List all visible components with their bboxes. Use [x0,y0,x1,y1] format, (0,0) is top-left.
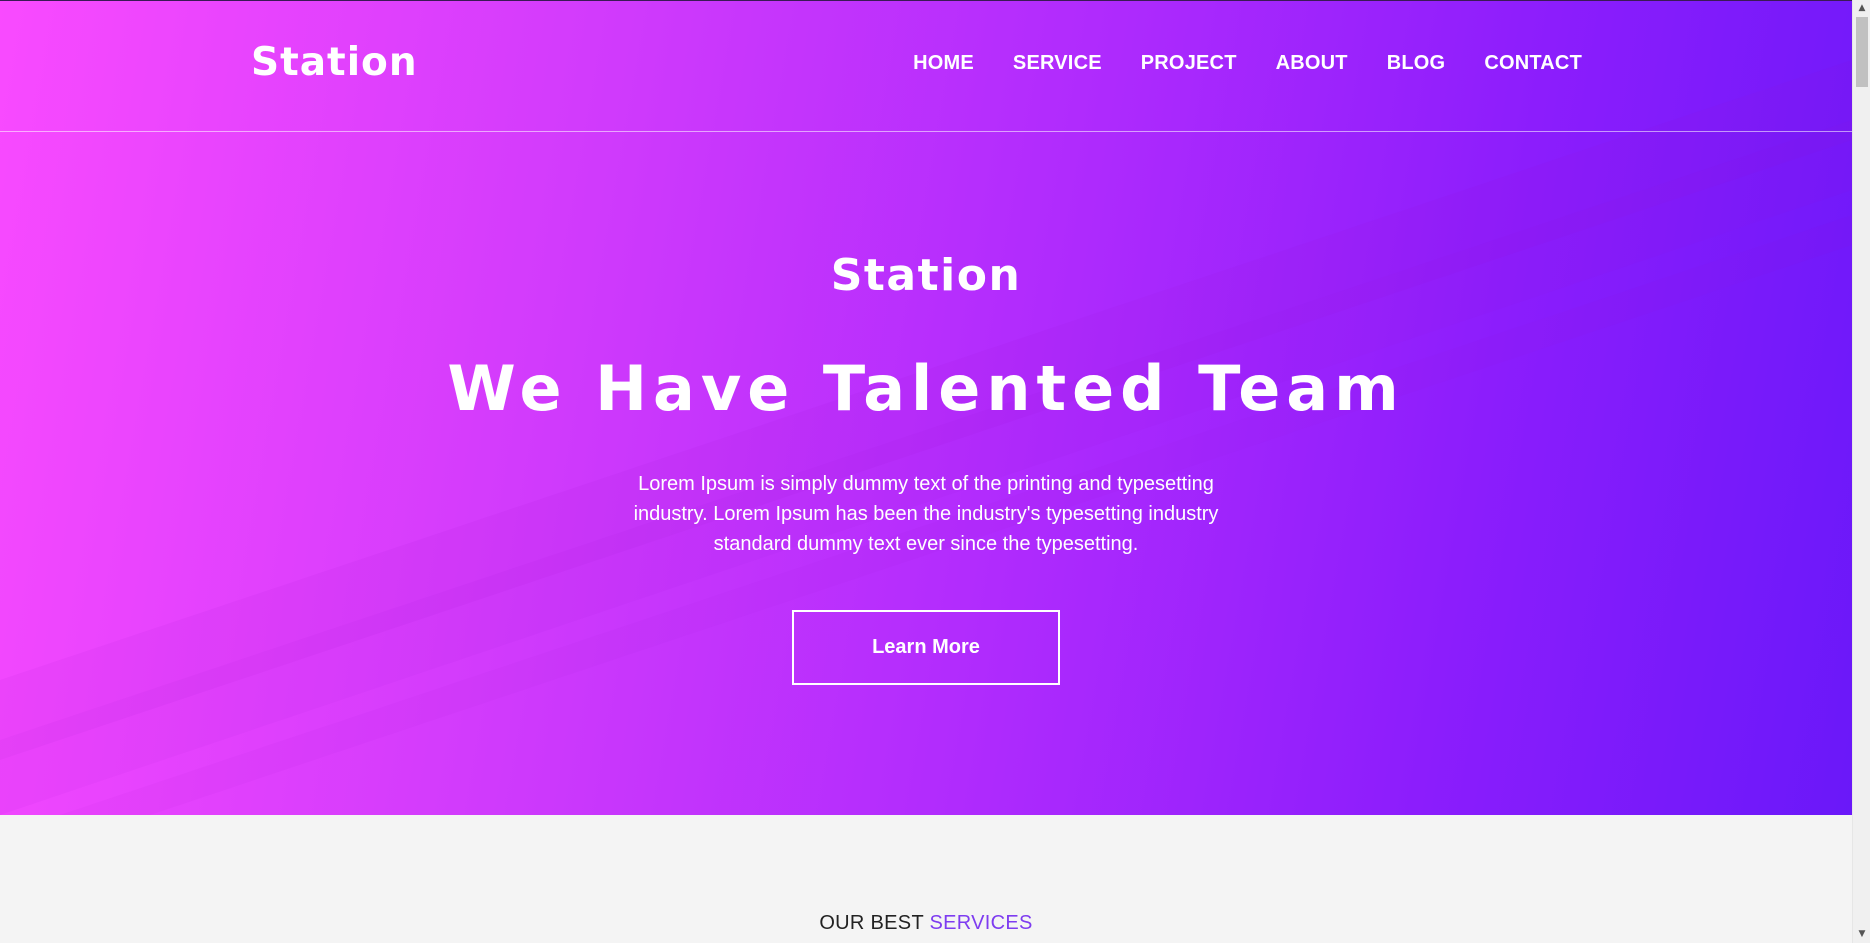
navbar: Station HOME SERVICE PROJECT ABOUT BLOG … [0,0,1852,132]
hero-description: Lorem Ipsum is simply dummy text of the … [633,473,1219,555]
nav-blog-link[interactable]: BLOG [1387,52,1446,75]
services-heading: OUR BEST SERVICES [0,912,1852,935]
learn-more-button[interactable]: Learn More [792,610,1060,685]
scrollbar-thumb[interactable] [1856,17,1868,87]
nav-contact-link[interactable]: CONTACT [1484,52,1582,75]
hero-title: We Have Talented Team [447,352,1405,425]
nav-about-link[interactable]: ABOUT [1276,52,1348,75]
hero-logo: Station [830,250,1022,301]
brand-logo[interactable]: Station [251,40,418,85]
nav-project-link[interactable]: PROJECT [1141,52,1237,75]
page-scrollbar[interactable]: ▲ ▼ [1852,0,1870,943]
hero-section: Station HOME SERVICE PROJECT ABOUT BLOG … [0,0,1852,815]
nav-home-link[interactable]: HOME [913,52,974,75]
main-nav: HOME SERVICE PROJECT ABOUT BLOG CONTACT [874,52,1582,75]
page-viewport: Station HOME SERVICE PROJECT ABOUT BLOG … [0,0,1852,943]
chevron-down-icon[interactable]: ▼ [1853,926,1870,943]
services-heading-accent: SERVICES [929,912,1033,934]
nav-service-link[interactable]: SERVICE [1013,52,1102,75]
services-heading-prefix: OUR BEST [819,912,924,934]
chevron-up-icon[interactable]: ▲ [1853,0,1870,17]
